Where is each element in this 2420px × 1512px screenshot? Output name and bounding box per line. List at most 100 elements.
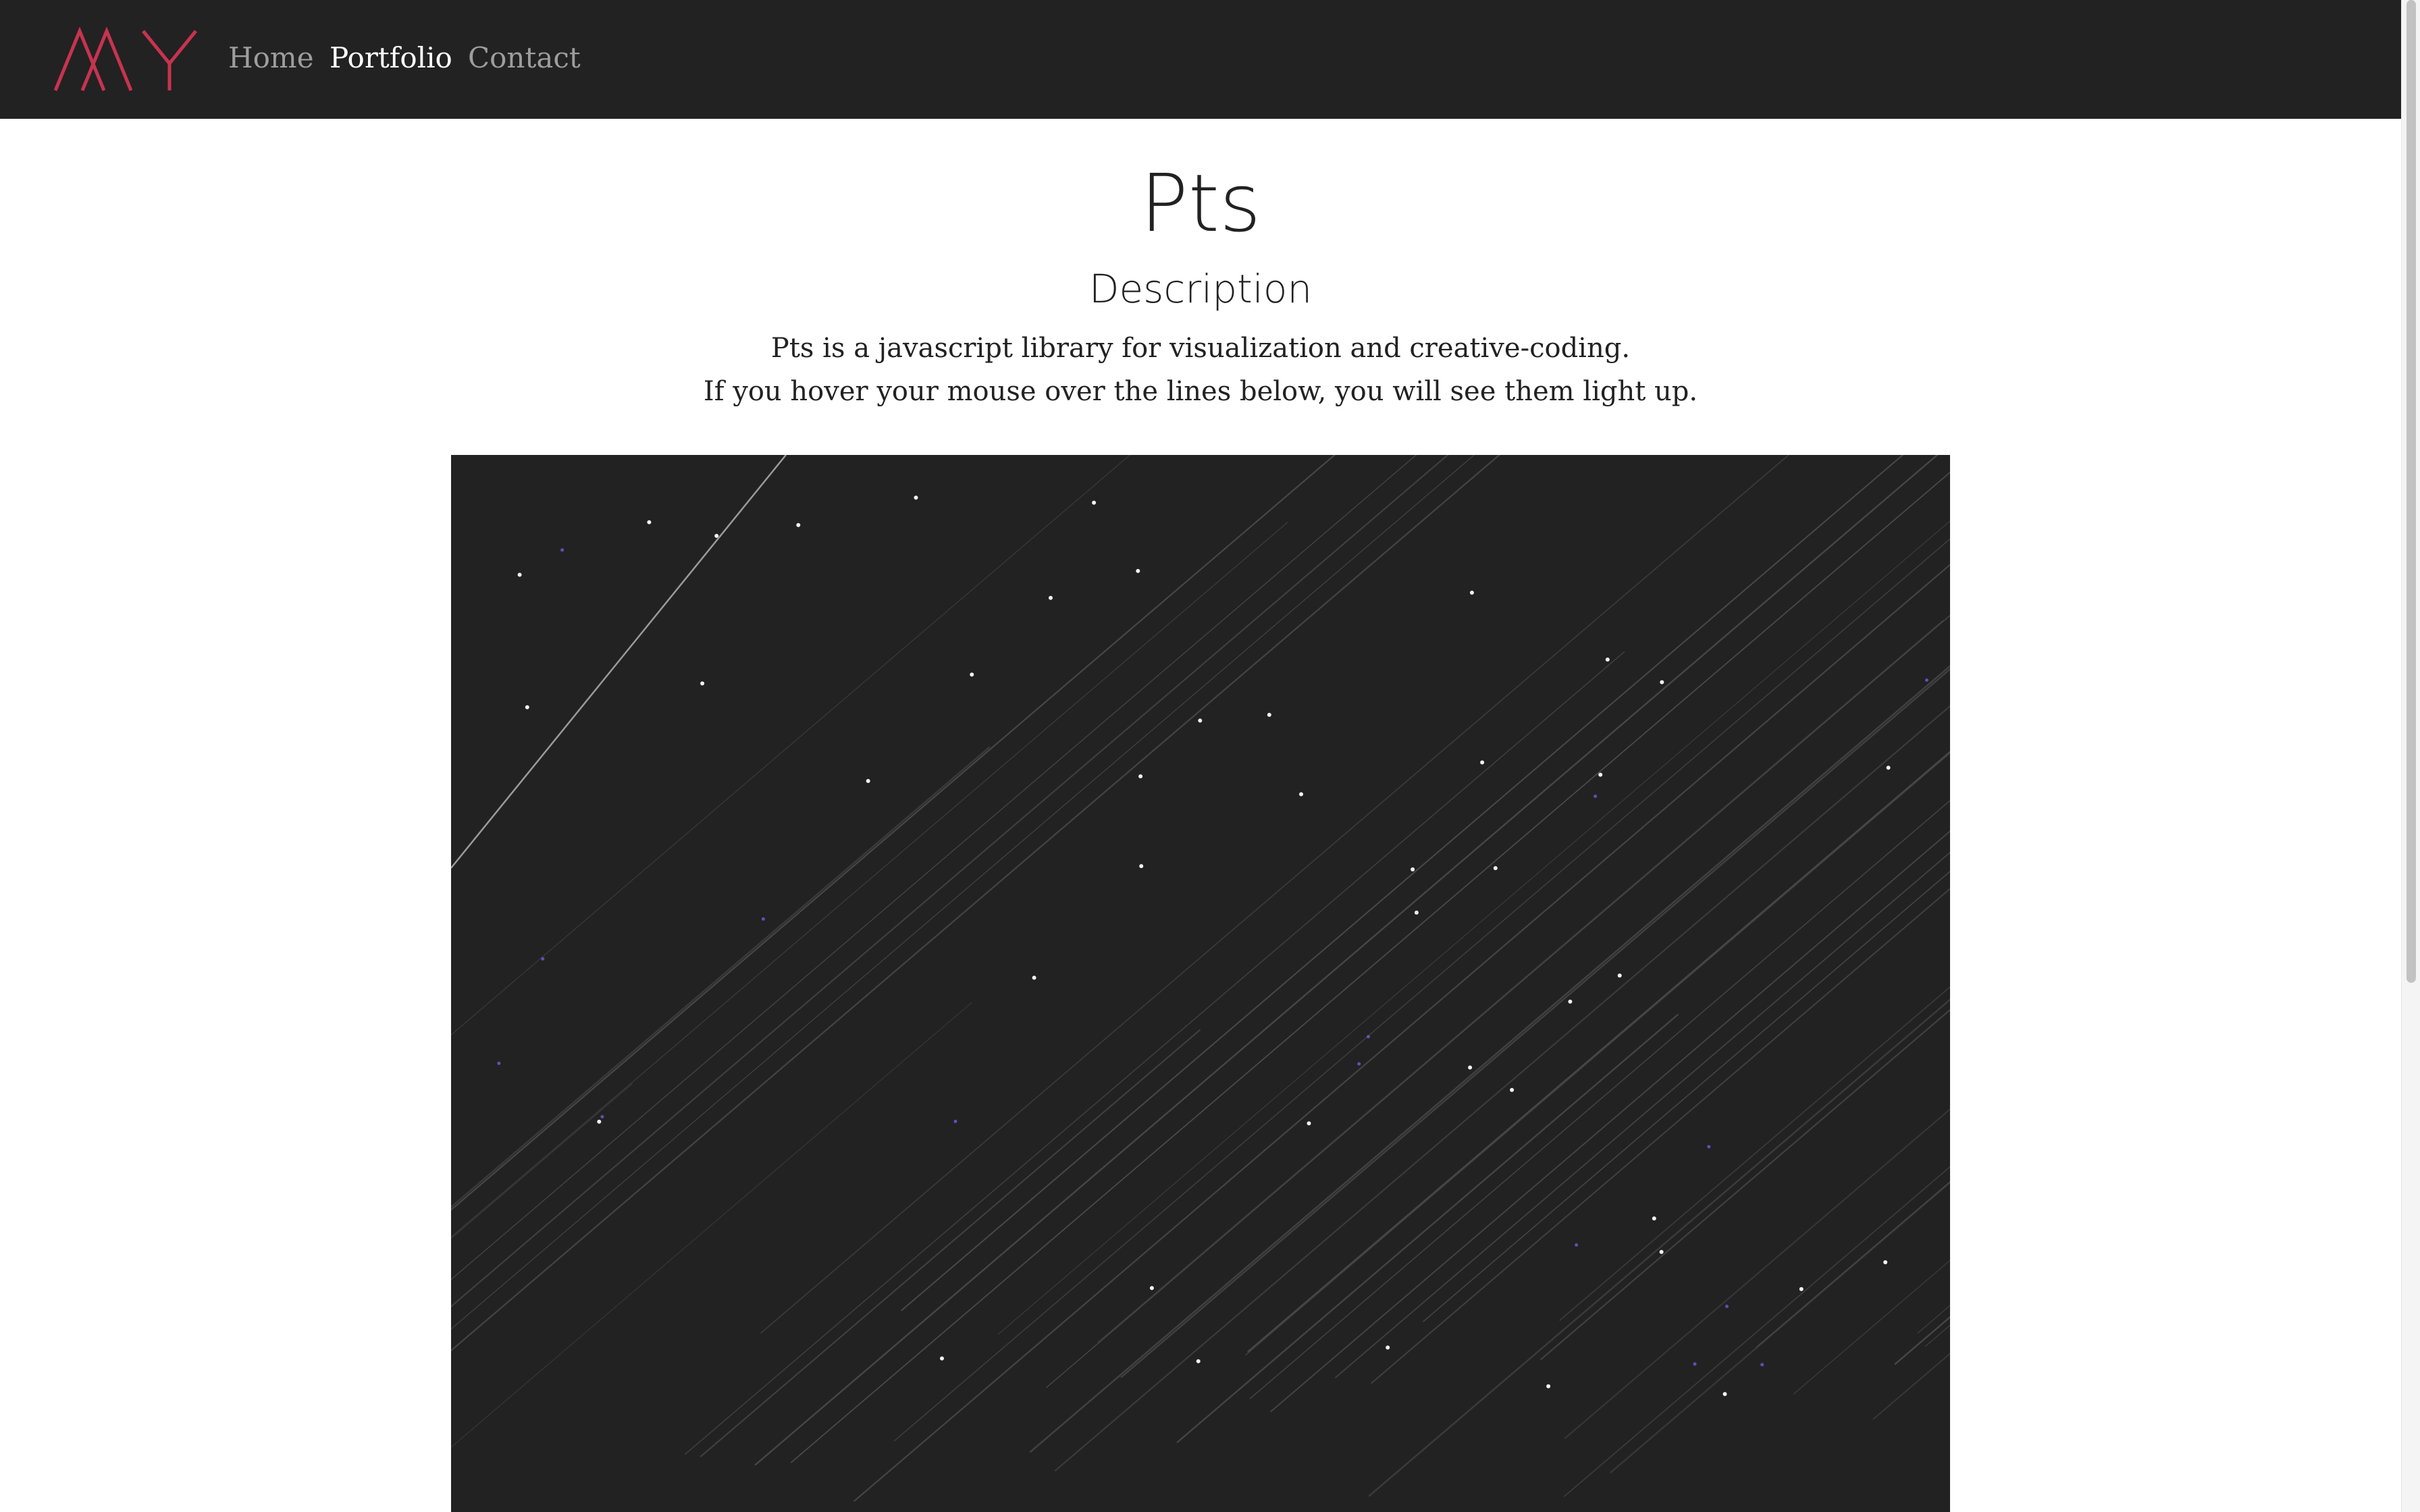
description-line-2: If you hover your mouse over the lines b… [703, 376, 1698, 407]
pts-dot [1725, 1304, 1729, 1308]
pts-line[interactable] [1793, 799, 1950, 1395]
pts-line[interactable] [1540, 645, 1950, 1361]
pts-line[interactable] [1046, 455, 1951, 1388]
pts-dot [970, 672, 974, 677]
pts-line[interactable] [451, 455, 1489, 1465]
pts-dot [914, 495, 918, 500]
description-line-1: Pts is a javascript library for visualiz… [770, 333, 1631, 364]
pts-dot [1468, 1065, 1473, 1070]
pts-dot [1357, 1062, 1361, 1066]
pts-line[interactable] [1370, 455, 1950, 1384]
pts-dot [1707, 1145, 1711, 1149]
pts-dot [1575, 1243, 1579, 1247]
pts-dot [517, 572, 522, 577]
pts-dot [1386, 1345, 1390, 1350]
pts-line[interactable] [451, 1002, 972, 1496]
pts-dot [1617, 973, 1622, 978]
pts-dot [1886, 765, 1891, 770]
pts-dot [1049, 595, 1053, 600]
pts-dot [1883, 1260, 1888, 1264]
pts-line[interactable] [1246, 455, 1950, 1353]
pts-line[interactable] [997, 455, 1950, 1335]
pts-dot [1198, 718, 1203, 723]
pts-dot [1605, 657, 1610, 662]
pts-dot [497, 1061, 501, 1065]
pts-dot [1568, 999, 1573, 1004]
nav-link-contact[interactable]: Contact [468, 38, 581, 78]
pts-line-highlighted[interactable] [451, 455, 787, 869]
pts-line[interactable] [1176, 1013, 1679, 1444]
pts-dot [1480, 760, 1485, 765]
pts-dot [600, 1114, 604, 1118]
pts-dot [1196, 1359, 1201, 1364]
pts-line[interactable] [1054, 512, 1950, 1472]
pts-line[interactable] [1894, 455, 1950, 1366]
pts-line[interactable] [451, 455, 1768, 1331]
pts-dot [1760, 1363, 1764, 1367]
pts-line[interactable] [1244, 455, 1950, 1356]
pts-dot [1032, 975, 1036, 980]
pts-line[interactable] [451, 455, 1325, 1320]
pts-dot [1598, 772, 1603, 777]
pts-line[interactable] [790, 455, 1950, 1463]
nav-link-portfolio[interactable]: Portfolio [330, 38, 452, 78]
pts-dot [525, 705, 529, 709]
pts-dot [541, 957, 545, 961]
pts-dot [1493, 866, 1498, 871]
pts-dot [1925, 678, 1928, 682]
section-title-description: Description [1088, 266, 1313, 312]
pts-dot [1307, 1121, 1311, 1126]
pts-dot [1411, 867, 1415, 871]
pts-canvas[interactable] [451, 455, 1950, 1512]
pts-line[interactable] [1563, 455, 1950, 1498]
pts-dot [1546, 1384, 1551, 1388]
pts-line[interactable] [1029, 623, 1950, 1453]
pts-dot [597, 1119, 602, 1124]
scrollbar-thumb[interactable] [2406, 0, 2416, 983]
pts-line[interactable] [835, 455, 1950, 1426]
pts-dot [1367, 1035, 1370, 1039]
nav-link-home[interactable]: Home [228, 38, 314, 78]
pts-dot [1299, 792, 1303, 796]
pts-line[interactable] [1609, 652, 1950, 1474]
pts-line[interactable] [451, 522, 1288, 1399]
pts-line[interactable] [901, 455, 1950, 1312]
pts-dot [1092, 500, 1097, 505]
pts-line[interactable] [1872, 917, 1950, 1420]
pts-line[interactable] [451, 455, 1681, 1430]
pts-line[interactable] [1097, 620, 1944, 1343]
top-navbar: Home Portfolio Contact [0, 0, 2401, 119]
pts-line[interactable] [1422, 455, 1951, 1322]
pts-dot [1138, 774, 1143, 779]
pts-dot [1136, 568, 1140, 573]
pts-dot [866, 779, 870, 783]
pts-dot [1722, 1392, 1727, 1397]
pts-line[interactable] [760, 455, 1950, 1334]
pts-line[interactable] [451, 455, 1658, 1390]
pts-visualization[interactable] [451, 455, 1950, 1512]
pts-dot [953, 1119, 957, 1123]
pts-line[interactable] [1559, 455, 1950, 1321]
pts-dot [1659, 1249, 1664, 1254]
pts-line[interactable] [1368, 983, 1950, 1497]
pts-dot [1469, 591, 1474, 595]
pts-dot [1660, 680, 1664, 684]
page-title: Pts [1140, 157, 1261, 250]
pts-line[interactable] [1924, 455, 1950, 1347]
page-scrollbar[interactable] [2401, 0, 2420, 1512]
pts-line[interactable] [684, 651, 1625, 1455]
pts-dot [796, 522, 801, 527]
pts-dot [1149, 1286, 1154, 1291]
pts-dot [761, 917, 765, 921]
pts-dot [1693, 1362, 1697, 1366]
pts-line[interactable] [893, 455, 1950, 1442]
pts-dot [560, 548, 564, 552]
pts-dot [1799, 1287, 1804, 1291]
pts-dot [1594, 794, 1598, 799]
pts-dot [1139, 864, 1144, 869]
pts-dot [1267, 713, 1271, 717]
pts-dot [1652, 1216, 1656, 1221]
pts-line[interactable] [853, 516, 1951, 1503]
pts-line[interactable] [451, 746, 991, 1349]
site-logo[interactable] [54, 27, 197, 92]
